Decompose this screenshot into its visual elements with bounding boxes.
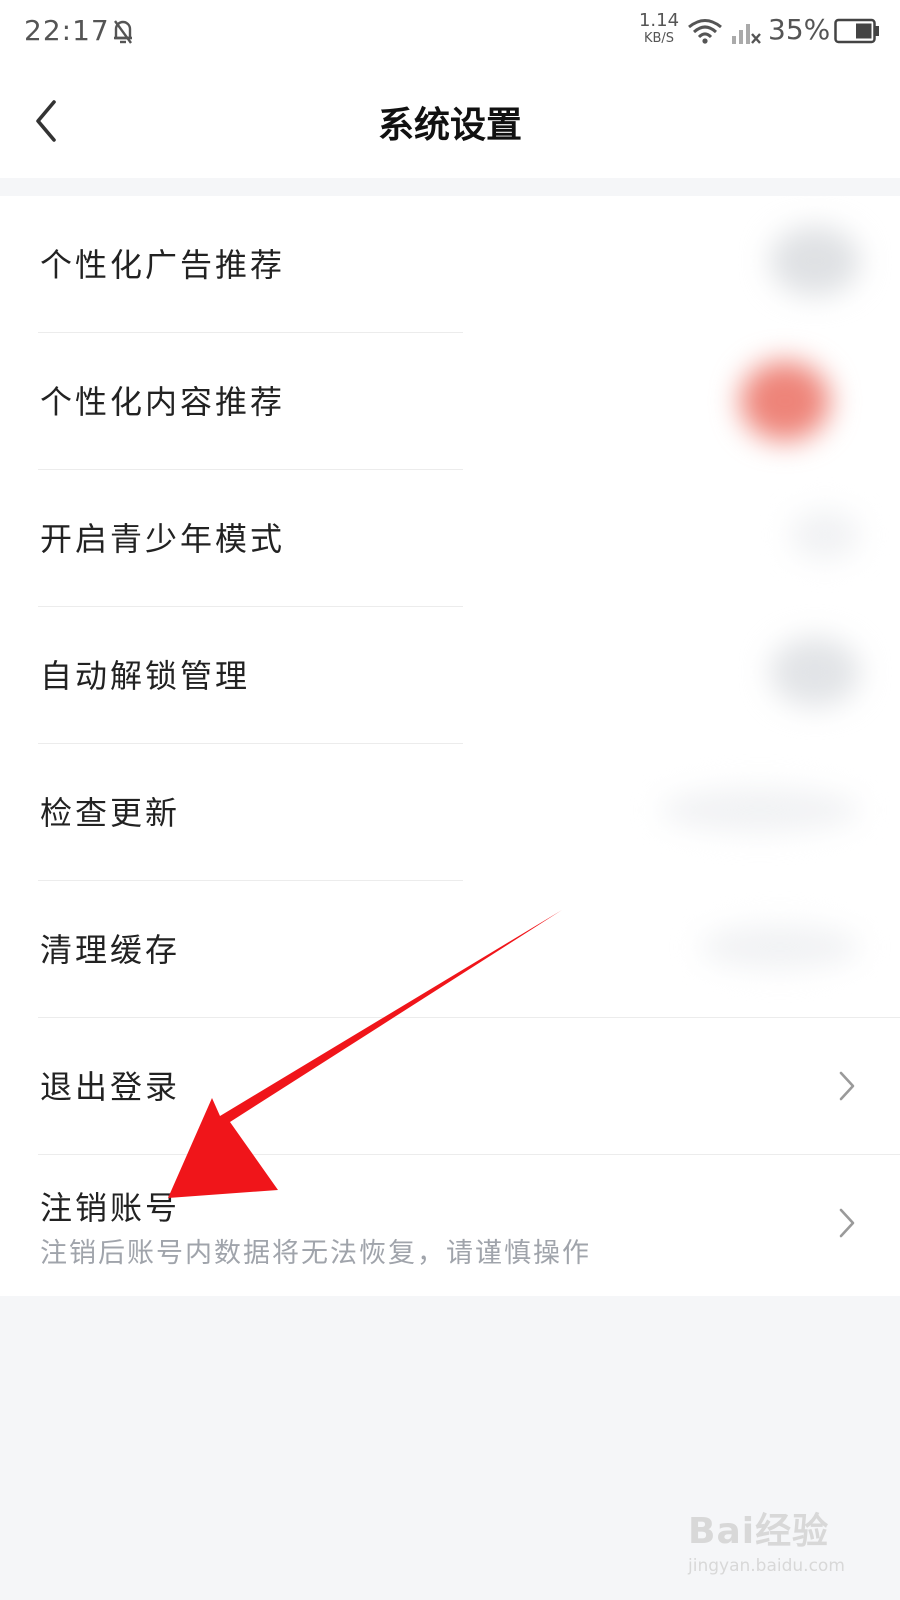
- battery-percent: 35%: [768, 13, 831, 46]
- network-speed: 1.14 KB/S: [636, 10, 682, 46]
- bell-off-icon: [114, 20, 132, 44]
- setting-label: 个性化广告推荐: [40, 246, 286, 284]
- status-time: 22:17: [24, 14, 110, 47]
- setting-row-auto-unlock[interactable]: 自动解锁管理: [0, 607, 900, 744]
- toggle-switch-off[interactable]: [770, 226, 860, 296]
- settings-list: 个性化广告推荐 个性化内容推荐 开启青少年模式 自动解锁管理 检查更新 清理缓存…: [0, 196, 900, 1296]
- setting-row-personalized-ads[interactable]: 个性化广告推荐: [0, 196, 900, 333]
- setting-row-delete-account[interactable]: 注销账号 注销后账号内数据将无法恢复，请谨慎操作: [0, 1155, 900, 1292]
- watermark: Bai经验 jingyan.baidu.com: [688, 1502, 858, 1576]
- status-bar: 22:17 1.14 KB/S 35%: [0, 0, 900, 62]
- setting-row-personalized-content[interactable]: 个性化内容推荐: [0, 333, 900, 470]
- setting-label: 检查更新: [40, 794, 181, 832]
- network-speed-value: 1.14: [638, 10, 680, 31]
- blurred-value: [790, 510, 860, 560]
- navigation-bar: 系统设置: [0, 62, 900, 178]
- blurred-value: [660, 788, 860, 832]
- setting-label: 自动解锁管理: [40, 657, 251, 695]
- setting-label: 开启青少年模式: [40, 520, 286, 558]
- battery-icon: [834, 18, 879, 44]
- setting-label: 注销账号: [40, 1189, 181, 1227]
- page-title: 系统设置: [377, 105, 522, 146]
- setting-label: 清理缓存: [40, 931, 181, 969]
- watermark-logo: Bai经验: [688, 1511, 830, 1552]
- setting-row-check-update[interactable]: 检查更新: [0, 744, 900, 881]
- setting-row-youth-mode[interactable]: 开启青少年模式: [0, 470, 900, 607]
- setting-label: 个性化内容推荐: [40, 383, 286, 421]
- setting-row-logout[interactable]: 退出登录: [0, 1018, 900, 1155]
- chevron-right-icon: [839, 1208, 855, 1238]
- toggle-switch-off[interactable]: [770, 637, 860, 707]
- watermark-url: jingyan.baidu.com: [688, 1556, 845, 1576]
- wifi-icon: [688, 19, 722, 44]
- setting-label: 退出登录: [40, 1068, 181, 1106]
- network-speed-unit: KB/S: [643, 31, 675, 46]
- blurred-value: [700, 925, 860, 969]
- signal-icon: [732, 24, 761, 44]
- toggle-switch-on[interactable]: [740, 361, 830, 441]
- setting-sublabel: 注销后账号内数据将无法恢复，请谨慎操作: [40, 1238, 591, 1269]
- setting-row-clear-cache[interactable]: 清理缓存: [0, 881, 900, 1018]
- chevron-right-icon: [839, 1071, 855, 1101]
